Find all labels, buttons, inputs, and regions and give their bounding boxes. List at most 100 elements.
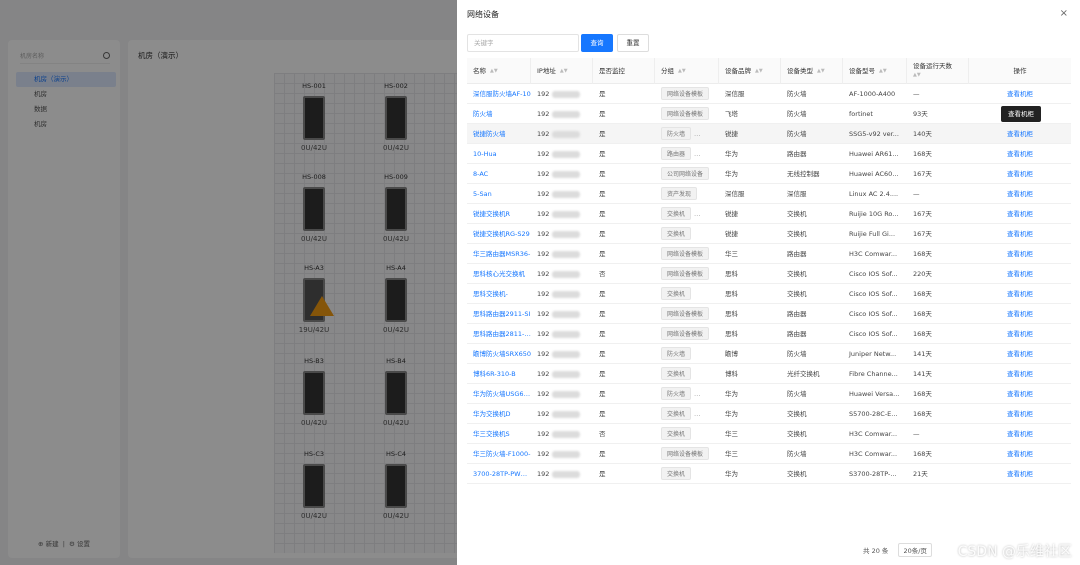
device-name-link[interactable]: 锐捷交换机R (467, 204, 531, 224)
type-cell: 防火墙 (787, 110, 807, 118)
view-rack-link[interactable]: 查看机柜 (969, 404, 1071, 424)
device-name-link[interactable]: 3700-28TP-PWR-E (467, 464, 531, 484)
table-row: 防火墙 192 是 网络设备模板 飞塔 防火墙 fortinet 93天 查看机柜 (467, 104, 1071, 124)
column-header-model[interactable]: 设备型号 ▲▼ (843, 58, 907, 84)
type-cell: 无线控制器 (787, 170, 820, 178)
sort-icon[interactable]: ▲▼ (490, 68, 498, 74)
view-rack-link[interactable]: 查看机柜 (969, 84, 1071, 104)
model-cell: Linux AC 2.4.... (849, 190, 899, 198)
more-tags-indicator[interactable]: … (694, 390, 701, 398)
redacted-mask (552, 430, 581, 438)
type-cell: 交换机 (787, 430, 807, 438)
device-name-link[interactable]: 防火墙 (467, 104, 531, 124)
ip-cell: 192 (531, 264, 593, 284)
column-header-ip[interactable]: IP地址 ▲▼ (531, 58, 593, 84)
device-name-link[interactable]: 思科核心光交换机 (467, 264, 531, 284)
brand-cell: 思科 (725, 270, 738, 278)
device-name-link[interactable]: 深信服防火墙AF-10 (467, 84, 531, 104)
view-rack-link[interactable]: 查看机柜 (969, 364, 1071, 384)
ip-prefix: 192 (537, 330, 550, 338)
redacted-mask (552, 350, 581, 358)
ip-cell: 192 (531, 404, 593, 424)
type-cell: 交换机 (787, 210, 807, 218)
ip-cell: 192 (531, 124, 593, 144)
view-rack-link[interactable]: 查看机柜 (969, 164, 1071, 184)
device-name-link[interactable]: 华为防火墙USG630 (467, 384, 531, 404)
sort-icon[interactable]: ▲▼ (817, 68, 825, 74)
days-cell: 93天 (913, 110, 928, 118)
group-tag: 网络设备模板 (661, 447, 710, 460)
view-rack-link[interactable]: 查看机柜 (969, 244, 1071, 264)
view-rack-link[interactable]: 查看机柜 (969, 344, 1071, 364)
view-rack-link[interactable]: 查看机柜 (969, 284, 1071, 304)
more-tags-indicator[interactable]: … (694, 130, 701, 138)
view-rack-link[interactable]: 查看机柜 (969, 144, 1071, 164)
column-header-type[interactable]: 设备类型 ▲▼ (781, 58, 843, 84)
device-name-link[interactable]: 瞻博防火墙SRX650 (467, 344, 531, 364)
more-tags-indicator[interactable]: … (694, 150, 701, 158)
device-name-link[interactable]: 锐捷防火墙 (467, 124, 531, 144)
column-label: 是否监控 (599, 67, 625, 75)
monitor-cell: 是 (599, 390, 606, 398)
monitor-cell: 是 (599, 230, 606, 238)
device-name-link[interactable]: 5-San (467, 184, 531, 204)
view-rack-link[interactable]: 查看机柜 (969, 324, 1071, 344)
column-header-action: 操作 (1013, 67, 1027, 75)
sort-icon[interactable]: ▲▼ (913, 72, 921, 78)
column-header-name[interactable]: 名称 ▲▼ (467, 58, 531, 84)
device-name-link[interactable]: 华三交换机S (467, 424, 531, 444)
days-cell: 141天 (913, 370, 932, 378)
table-row: 华三防火墙-F1000- 192 是 网络设备模板 华三 防火墙 H3C Comwar...… (467, 444, 1071, 464)
column-header-days[interactable]: 设备运行天数 ▲▼ (907, 58, 969, 84)
device-name-link[interactable]: 思科交换机- (467, 284, 531, 304)
view-rack-link[interactable]: 查看机柜 (969, 264, 1071, 284)
ip-prefix: 192 (537, 470, 550, 478)
more-tags-indicator[interactable]: … (694, 410, 701, 418)
view-rack-link[interactable]: 查看机柜 (969, 204, 1071, 224)
group-tag: 交换机 (661, 287, 692, 300)
view-rack-link[interactable]: 查看机柜 (969, 124, 1071, 144)
query-button[interactable]: 查询 (581, 34, 613, 52)
view-rack-link[interactable]: 查看机柜 (969, 304, 1071, 324)
close-icon[interactable]: × (1060, 8, 1068, 19)
device-name-link[interactable]: 10-Hua (467, 144, 531, 164)
table-row: 华为防火墙USG630 192 是防火墙… 华为 防火墙 Huawei Versa... 1… (467, 384, 1071, 404)
device-name-link[interactable]: 思科路由器2811-K9 (467, 324, 531, 344)
device-name-link[interactable]: 锐捷交换机RG-S29 (467, 224, 531, 244)
device-name-link[interactable]: 华为交换机D (467, 404, 531, 424)
model-cell: Huawei Versa... (849, 390, 900, 398)
page-size-select[interactable]: 20条/页 (898, 543, 932, 557)
view-rack-link[interactable]: 查看机柜 (969, 384, 1071, 404)
sort-icon[interactable]: ▲▼ (678, 68, 686, 74)
device-name-link[interactable]: 华三路由器MSR36- (467, 244, 531, 264)
column-header-group[interactable]: 分组 ▲▼ (655, 58, 719, 84)
device-name-link[interactable]: 博科6R-310-B (467, 364, 531, 384)
view-rack-link[interactable]: 查看机柜 (969, 184, 1071, 204)
brand-cell: 华为 (725, 150, 738, 158)
redacted-mask (552, 410, 581, 418)
group-cell: 网络设备模板 (655, 444, 719, 464)
device-name-link[interactable]: 8-AC (467, 164, 531, 184)
sort-icon[interactable]: ▲▼ (755, 68, 763, 74)
view-rack-link[interactable]: 查看机柜 (969, 224, 1071, 244)
view-rack-link[interactable]: 查看机柜 (969, 424, 1071, 444)
view-rack-link[interactable]: 查看机柜 (969, 444, 1071, 464)
brand-cell: 思科 (725, 290, 738, 298)
model-cell: Cisco IOS Sof... (849, 290, 898, 298)
keyword-input[interactable]: 关键字 (467, 34, 579, 52)
monitor-cell: 否 (599, 430, 606, 438)
type-cell: 交换机 (787, 470, 807, 478)
more-tags-indicator[interactable]: … (694, 210, 701, 218)
column-header-brand[interactable]: 设备品牌 ▲▼ (719, 58, 781, 84)
ip-cell: 192 (531, 224, 593, 244)
sort-icon[interactable]: ▲▼ (879, 68, 887, 74)
sort-icon[interactable]: ▲▼ (560, 68, 568, 74)
days-cell: 220天 (913, 270, 932, 278)
device-name-link[interactable]: 华三防火墙-F1000- (467, 444, 531, 464)
view-rack-link[interactable]: 查看机柜 (969, 464, 1071, 484)
type-cell: 路由器 (787, 150, 807, 158)
ip-prefix: 192 (537, 370, 550, 378)
device-name-link[interactable]: 思科路由器2911-SI (467, 304, 531, 324)
reset-button[interactable]: 重置 (617, 34, 649, 52)
ip-prefix: 192 (537, 110, 550, 118)
